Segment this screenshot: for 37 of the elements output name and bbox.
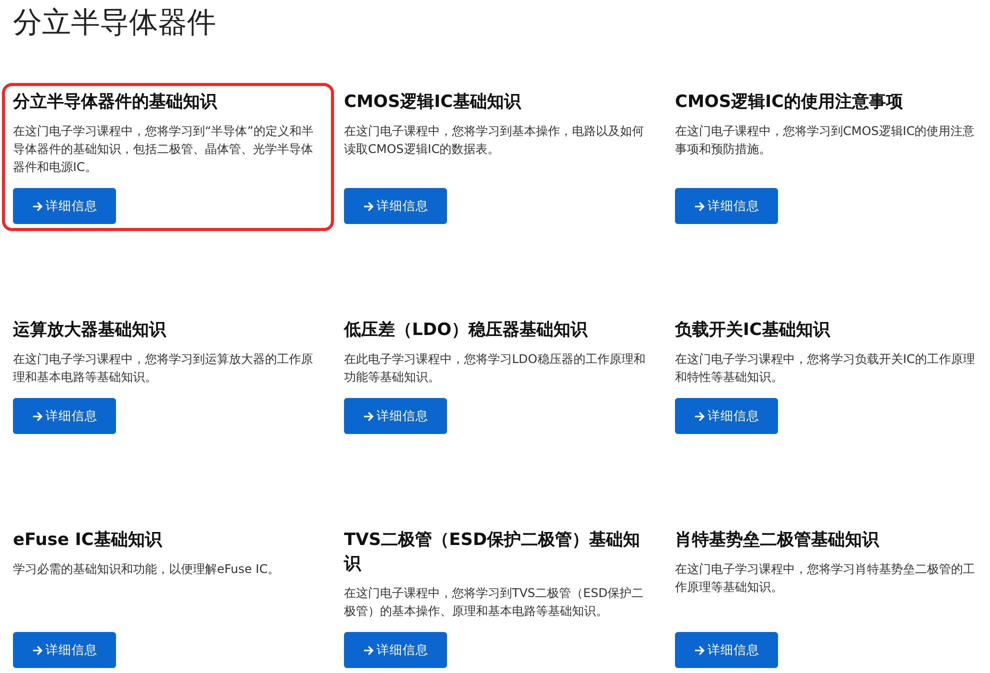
course-title: 分立半导体器件的基础知识 [13,91,217,114]
details-button[interactable]: 详细信息 [344,632,447,668]
details-button[interactable]: 详细信息 [675,632,778,668]
course-description: 在这门电子课程中，您将学习到CMOS逻辑IC的使用注意事项和预防措施。 [675,123,976,158]
course-title: CMOS逻辑IC基础知识 [344,91,521,114]
course-description: 在这门电子学习课程中，您将学习到“半导体”的定义和半导体器件的基础知识，包括二极管、晶体管、光学半导体器件和电源IC。 [13,123,314,176]
arrow-icon [694,200,704,212]
course-description: 在这门电子课程中，您将学习到TVS二极管（ESD保护二极管）的基本操作、原理和基本电路等基础知识。 [344,585,645,620]
page-title: 分立半导体器件 [13,4,217,40]
course-title: 负载开关IC基础知识 [675,319,830,342]
arrow-icon [32,644,42,656]
details-button[interactable]: 详细信息 [675,398,778,434]
course-title: CMOS逻辑IC的使用注意事项 [675,91,903,114]
course-title: 低压差（LDO）稳压器基础知识 [344,319,588,342]
details-button[interactable]: 详细信息 [344,188,447,224]
arrow-icon [32,200,42,212]
arrow-icon [362,644,374,656]
course-description: 在这门电子课程中，您将学习到基本操作，电路以及如何读取CMOS逻辑IC的数据表。 [344,123,645,158]
details-button[interactable]: 详细信息 [344,398,447,434]
details-button[interactable]: 详细信息 [13,188,116,224]
course-description: 在这门电子学习课程中，您将学习到运算放大器的工作原理和基本电路等基础知识。 [13,351,314,386]
course-title: 运算放大器基础知识 [13,319,166,342]
course-title: eFuse IC基础知识 [13,529,162,552]
arrow-icon [362,200,374,212]
course-title: 肖特基势垒二极管基础知识 [675,529,879,552]
details-button[interactable]: 详细信息 [13,398,116,434]
course-title: TVS二极管（ESD保护二极管）基础知识 [344,529,641,576]
details-button[interactable]: 详细信息 [13,632,116,668]
arrow-icon [32,410,42,422]
course-description: 学习必需的基础知识和功能，以便理解eFuse IC。 [13,561,280,578]
course-description: 在此电子学习课程中，您将学习LDO稳压器的工作原理和功能等基础知识。 [344,351,646,386]
arrow-icon [694,644,704,656]
course-description: 在这门电子学习课程中，您将学习负载开关IC的工作原理和特性等基础知识。 [675,351,976,386]
course-description: 在这门电子学习课程中，您将学习肖特基势垒二极管的工作原理等基础知识。 [675,561,976,596]
arrow-icon [694,410,704,422]
arrow-icon [362,410,374,422]
details-button[interactable]: 详细信息 [675,188,778,224]
